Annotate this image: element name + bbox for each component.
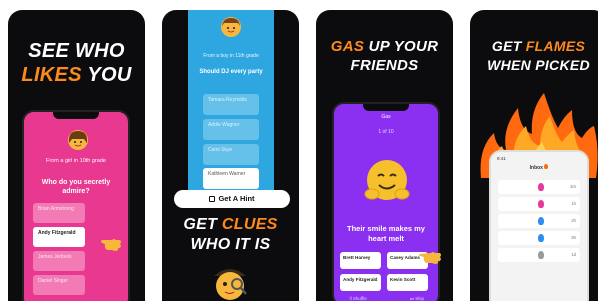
inbox-row[interactable]: 5h [498,231,580,245]
skip-label: Skip [415,296,424,301]
answer-option[interactable]: Andy Fitzgerald [340,274,381,291]
girl-emoji-icon [68,130,88,150]
poll-question: Should DJ every party [199,69,263,75]
row-time: 2h [571,218,576,223]
screenshot-panel-gas-up-friends: GAS UP YOUR FRIENDS Gas 1 of 10 Their sm… [316,10,453,301]
answer-option[interactable]: Addie Wagner [203,119,259,140]
screenshot-panel-see-who-likes-you: SEE WHO LIKES YOU From a girl in 10th gr… [8,10,145,301]
headline-word: YOU [87,64,132,86]
inbox-row[interactable]: 1h [498,197,580,211]
headline-accent-word: GAS [330,38,365,55]
headline-line-2: WHO IT IS [190,236,271,253]
answer-option-selected[interactable]: Andy Fitzgerald [33,227,85,247]
row-time: 1d [571,252,576,257]
answer-option[interactable]: Brian Armstrong [33,203,85,223]
answer-option[interactable]: Brett Harvey [340,252,381,269]
phone-mockup: 9:41 Inbox 3m 1h 2h 5h 1d [489,150,589,301]
inbox-row[interactable]: 1d [498,248,580,262]
answer-option[interactable]: James Jerbeck [33,251,85,271]
flame-icon [538,183,544,191]
shuffle-icon: ⤨ [348,296,352,301]
skip-icon: ⏭ [409,296,414,301]
inbox-title: Inbox [491,164,587,171]
poll-question: Their smile makes my heart melt [347,224,425,243]
question-counter: 1 of 10 [378,129,394,135]
inbox-title-label: Inbox [529,165,543,171]
headline-line-1: GET FLAMES [470,38,598,54]
answer-option[interactable]: Kathleen Warner [203,168,259,189]
phone-notch [53,112,99,119]
phone-notch [363,104,409,111]
shuffle-button[interactable]: ⤨ Shuffle [348,296,367,301]
headline-word: GET [491,38,522,54]
screen-title: Gas [381,114,391,120]
screenshot-panel-flames: GET FLAMES WHEN PICKED 9:41 Inbox 3m 1h … [470,10,598,301]
row-time: 3m [570,184,576,189]
answer-option[interactable]: Tamara Reynolds [203,94,259,115]
pointing-hand-icon [418,242,444,266]
flame-icon [538,217,544,225]
get-hint-label: Get A Hint [218,194,255,203]
answer-option[interactable]: Cami Skye [203,144,259,165]
headline-line-2: FRIENDS [350,57,419,74]
answer-option[interactable]: Kevin Scott [387,274,428,291]
headline-line-2: LIKES YOU [8,64,145,87]
row-time: 1h [571,201,576,206]
detective-emoji-icon [210,260,250,301]
status-time: 9:41 [497,156,506,161]
answer-option[interactable]: Daniel Singer [33,275,85,295]
headline-accent-word: FLAMES [525,38,586,54]
headline-line-1: GET CLUES [162,216,299,234]
flame-icon [538,200,544,208]
flame-badge-icon [544,164,549,169]
headline-accent-word: CLUES [221,216,278,233]
lock-icon [209,196,216,202]
skip-button[interactable]: ⏭ Skip [410,296,424,301]
flame-icon [538,234,544,242]
flame-icon [538,251,544,259]
headline-line-2: WHEN PICKED [487,57,590,73]
phone-mockup: Gas 1 of 10 Their smile makes my heart m… [332,102,440,301]
screenshot-panel-get-clues: From a boy in 11th grade Should DJ every… [162,10,299,301]
row-time: 5h [571,235,576,240]
boy-emoji-icon [221,17,241,37]
get-hint-button[interactable]: Get A Hint [174,190,290,208]
headline-word: GET [183,216,218,233]
smiling-hugging-emoji-icon [362,156,412,206]
poll-source-label: From a girl in 10th grade [46,158,106,164]
shuffle-label: Shuffle [352,296,367,301]
inbox-row[interactable]: 3m [498,180,580,194]
inbox-row[interactable]: 2h [498,214,580,228]
poll-source-label: From a boy in 11th grade [203,53,259,59]
headline-accent-word: LIKES [21,64,82,86]
pointing-hand-icon [100,230,124,254]
headline-line-1: SEE WHO [28,40,125,62]
headline-word: UP YOUR [368,38,439,55]
headline-line-1: GAS UP YOUR [316,38,453,55]
poll-question: Who do you secretly admire? [41,179,111,195]
